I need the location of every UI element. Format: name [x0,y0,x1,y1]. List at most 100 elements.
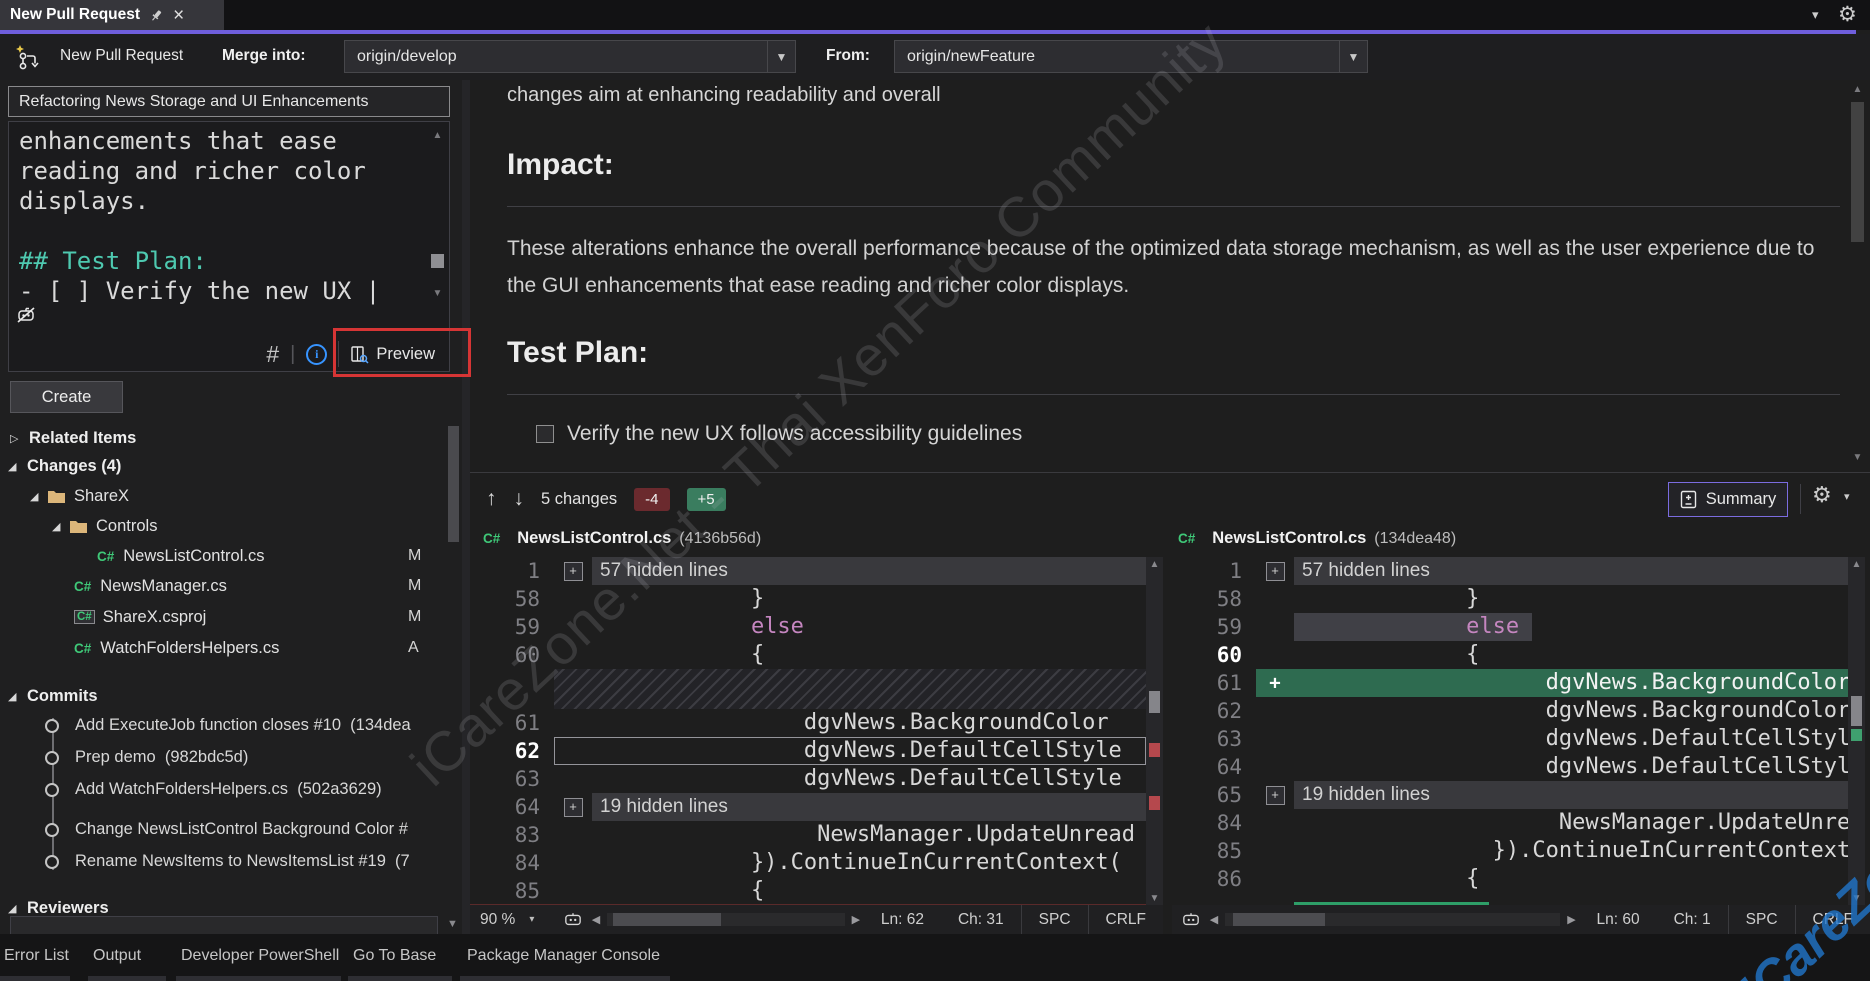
code-text[interactable]: } [592,585,1146,613]
line-ending-indicator[interactable]: CRLF [1088,905,1163,934]
scroll-right-icon[interactable]: ▶ [1563,913,1579,926]
scroll-down-icon[interactable]: ▼ [1849,452,1866,463]
code-text[interactable]: { [1294,865,1848,893]
code-text[interactable]: { [592,877,1146,905]
close-icon[interactable]: × [173,6,184,25]
diff-right-scrollbar[interactable]: ▲ ▼ [1848,557,1865,907]
code-text[interactable]: else [592,613,1146,641]
scrollbar-thumb[interactable] [1851,102,1864,242]
scroll-up-icon[interactable]: ▲ [429,130,446,141]
sidebar-item-commits[interactable]: ◢ Commits [8,682,448,710]
tab-error-list[interactable]: Error List [4,947,69,965]
code-text[interactable]: { [1294,641,1848,669]
preview-scrollbar[interactable]: ▲ ▼ [1849,84,1866,468]
commit-item[interactable]: Rename NewsItems to NewsItemsList #19 (7 [42,848,438,874]
description-scrollbar[interactable]: ▲ ▼ [429,126,446,306]
code-text[interactable]: dgvNews.DefaultCellStyle [1294,753,1848,781]
commit-item[interactable]: Prep demo (982bdc5d) [42,744,438,770]
copilot-icon[interactable] [1176,911,1206,928]
pin-icon[interactable] [149,8,164,23]
scroll-down-icon[interactable]: ▼ [429,288,446,299]
code-text[interactable]: dgvNews.DefaultCellStyle [1294,725,1848,753]
code-text[interactable]: else [1294,613,1532,641]
work-item-hash-icon[interactable]: # [266,342,279,366]
chevron-expanded-icon[interactable]: ◢ [8,902,22,915]
indentation-indicator[interactable]: SPC [1021,905,1088,934]
code-text[interactable]: dgvNews.DefaultCellStyle [592,737,1146,765]
scrollbar-thumb[interactable] [1233,913,1325,926]
scrollbar-thumb[interactable] [613,913,721,926]
copilot-icon[interactable] [558,911,588,928]
chevron-expanded-icon[interactable]: ◢ [52,520,66,533]
horizontal-scrollbar[interactable] [1225,913,1560,926]
create-button[interactable]: Create [10,381,123,413]
from-dropdown[interactable]: origin/newFeature ▼ [894,40,1368,73]
pr-title-input[interactable] [8,86,450,117]
chevron-down-icon[interactable]: ▾ [1812,7,1819,23]
scroll-down-icon[interactable]: ▼ [1146,893,1163,904]
scrollbar-thumb[interactable] [431,254,444,268]
line-ending-indicator[interactable]: CRLF [1795,905,1870,934]
fold-icon[interactable]: + [1256,557,1294,585]
next-change-icon[interactable]: ↓ [514,487,525,511]
chevron-down-icon[interactable]: ▼ [767,41,795,72]
code-text[interactable]: dgvNews.DefaultCellStyle [592,765,1146,793]
tree-folder-controls[interactable]: ◢ Controls [52,512,492,540]
gear-icon[interactable]: ⚙ [1812,482,1832,508]
chevron-expanded-icon[interactable]: ◢ [8,690,22,703]
scroll-left-icon[interactable]: ◀ [588,913,604,926]
previous-change-icon[interactable]: ↑ [486,487,497,511]
code-text[interactable]: }).ContinueInCurrentContext( [592,849,1146,877]
code-text[interactable]: dgvNews.BackgroundColor [1294,669,1848,697]
code-text[interactable]: NewsManager.UpdateUnread [592,821,1146,849]
tab-package-manager-console[interactable]: Package Manager Console [467,947,660,965]
chevron-down-icon[interactable]: ▼ [1339,41,1367,72]
chevron-collapsed-icon[interactable]: ▷ [10,432,24,445]
summary-button[interactable]: Summary [1668,482,1788,517]
hidden-lines-banner[interactable]: 19 hidden lines [1294,781,1848,809]
tab-go-to-base[interactable]: Go To Base [353,947,436,965]
commit-item[interactable]: Add WatchFoldersHelpers.cs (502a3629) [42,776,438,802]
panel-splitter[interactable] [462,80,470,934]
scrollbar-thumb[interactable] [448,426,459,542]
tree-scrollbar[interactable]: ▼ [446,424,461,936]
indentation-indicator[interactable]: SPC [1728,905,1795,934]
reviewer-input[interactable] [10,916,438,936]
diff-left-scrollbar[interactable]: ▲ ▼ [1146,557,1163,907]
hidden-lines-banner[interactable]: 57 hidden lines [592,557,1146,585]
commit-item[interactable]: Add ExecuteJob function closes #10 (134d… [42,712,438,738]
fold-icon[interactable]: + [1256,781,1294,809]
hidden-lines-banner[interactable]: 19 hidden lines [592,793,1146,821]
zoom-dropdown[interactable]: 90 % ▾ [470,905,558,934]
scroll-down-icon[interactable]: ▼ [1848,893,1865,904]
scroll-up-icon[interactable]: ▲ [1146,559,1163,570]
scroll-up-icon[interactable]: ▲ [1849,84,1866,95]
scrollbar-thumb[interactable] [1851,696,1862,726]
code-text[interactable]: } [1294,585,1848,613]
gear-icon[interactable]: ⚙ [1838,2,1857,27]
hidden-lines-banner[interactable]: 57 hidden lines [1294,557,1848,585]
code-text[interactable]: dgvNews.BackgroundColor [1294,697,1848,725]
fold-icon[interactable]: + [554,557,592,585]
scroll-down-icon[interactable]: ▼ [447,918,458,930]
tree-folder-sharex[interactable]: ◢ ShareX [30,482,470,510]
scroll-left-icon[interactable]: ◀ [1206,913,1222,926]
commit-item[interactable]: Change NewsListControl Background Color … [42,816,438,842]
code-text[interactable]: dgvNews.BackgroundColor [592,709,1146,737]
fold-icon[interactable]: + [554,793,592,821]
horizontal-scrollbar[interactable] [607,913,845,926]
tab-new-pull-request[interactable]: New Pull Request × [0,0,224,30]
chevron-expanded-icon[interactable]: ◢ [30,490,44,503]
scroll-right-icon[interactable]: ▶ [848,913,864,926]
sidebar-item-changes[interactable]: ◢ Changes (4) [8,452,448,480]
checkbox[interactable] [536,425,554,443]
code-text[interactable]: }).ContinueInCurrentContext( [1294,837,1848,865]
merge-into-dropdown[interactable]: origin/develop ▼ [344,40,796,73]
info-icon[interactable]: i [306,344,327,365]
code-text[interactable]: NewsManager.UpdateUnread [1294,809,1848,837]
tab-output[interactable]: Output [93,947,141,965]
chevron-expanded-icon[interactable]: ◢ [8,460,22,473]
scrollbar-thumb[interactable] [1149,691,1160,713]
pr-description-text[interactable]: enhancements that ease reading and riche… [19,126,419,306]
scroll-up-icon[interactable]: ▲ [1848,559,1865,570]
